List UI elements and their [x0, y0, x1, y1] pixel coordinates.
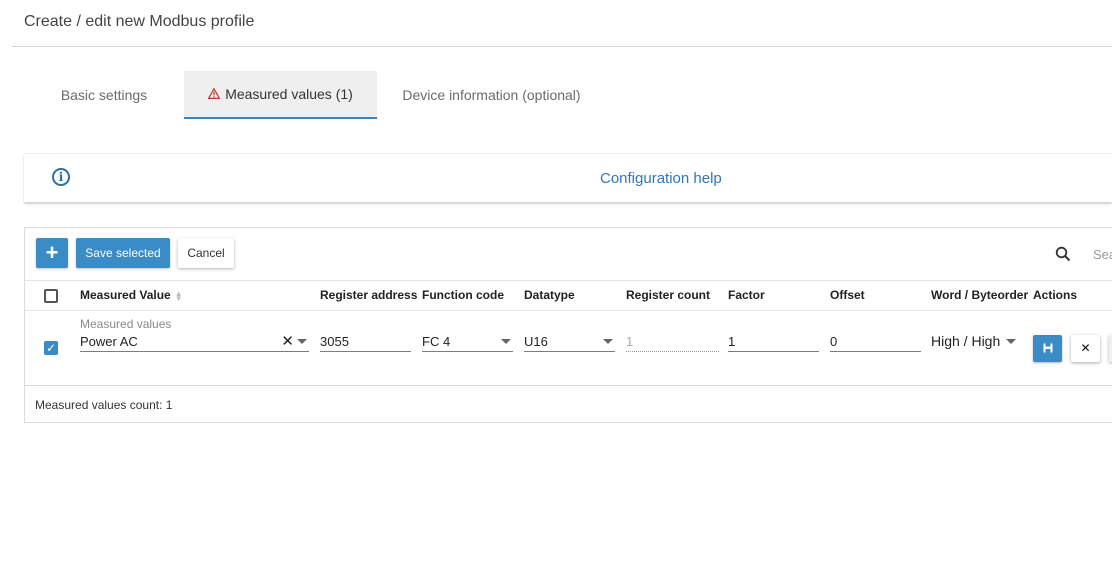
column-header-datatype: Datatype: [524, 288, 575, 302]
datatype-select[interactable]: U16: [524, 332, 615, 352]
tab-label: Device information (optional): [402, 87, 581, 103]
title-divider: [12, 46, 1112, 47]
configuration-help-bar[interactable]: i Configuration help: [24, 153, 1112, 202]
row-select-checkbox[interactable]: ✓: [44, 341, 58, 355]
measured-values-count: Measured values count: 1: [35, 398, 173, 412]
clear-icon[interactable]: ✕: [281, 332, 294, 350]
tab-label: Basic settings: [60, 87, 148, 103]
close-icon: ✕: [1080, 341, 1091, 355]
measured-values-table-panel: + Save selected Cancel Measured Value▲▼ …: [24, 227, 1112, 423]
measured-value-select[interactable]: Power AC ✕: [80, 332, 309, 352]
factor-input[interactable]: 1: [728, 332, 819, 352]
tab-measured-values[interactable]: Measured values (1): [184, 71, 377, 119]
plus-icon: +: [45, 240, 59, 265]
column-header-factor: Factor: [728, 288, 765, 302]
add-row-button[interactable]: +: [36, 238, 68, 268]
floppy-disk-icon: [1043, 343, 1052, 353]
header-divider: [25, 280, 1112, 281]
footer-divider: [25, 385, 1112, 386]
column-header-actions: Actions: [1033, 288, 1078, 302]
chevron-down-icon: [603, 339, 613, 344]
save-row-button[interactable]: [1033, 335, 1062, 362]
tab-basic-settings[interactable]: Basic settings: [36, 71, 172, 119]
column-header-byteorder: Word / Byteorder: [931, 288, 1029, 302]
chevron-down-icon[interactable]: [297, 339, 307, 344]
warning-icon: [207, 87, 221, 102]
column-header-measured-value[interactable]: Measured Value ▲ ▼: [80, 288, 183, 302]
search-icon[interactable]: [1055, 246, 1071, 262]
row-divider: [25, 310, 1112, 311]
save-selected-button[interactable]: Save selected: [76, 238, 170, 268]
column-header-function-code: Function code: [422, 288, 504, 302]
column-header-register-count: Register count: [626, 288, 711, 302]
byteorder-select[interactable]: High / High: [931, 332, 1022, 352]
column-header-offset: Offset: [830, 288, 865, 302]
tab-label: Measured values (1): [225, 86, 353, 102]
cancel-button[interactable]: Cancel: [178, 238, 234, 268]
register-count-input: 1: [626, 332, 719, 352]
function-code-select[interactable]: FC 4: [422, 332, 513, 352]
select-all-checkbox[interactable]: [44, 289, 58, 303]
chevron-down-icon: [1006, 339, 1016, 344]
register-address-input[interactable]: 3055: [320, 332, 411, 352]
page-title: Create / edit new Modbus profile: [24, 13, 255, 30]
info-icon: i: [52, 168, 70, 186]
offset-input[interactable]: 0: [830, 332, 921, 352]
column-header-register-address: Register address: [320, 288, 418, 302]
sort-icon[interactable]: ▲ ▼: [175, 289, 183, 302]
configuration-help-link[interactable]: Configuration help: [600, 170, 722, 187]
search-input[interactable]: [1091, 246, 1112, 263]
tab-device-information[interactable]: Device information (optional): [384, 71, 599, 119]
measured-value-label: Measured values: [80, 317, 172, 331]
delete-row-button[interactable]: ✕: [1071, 335, 1100, 362]
chevron-down-icon: [501, 339, 511, 344]
